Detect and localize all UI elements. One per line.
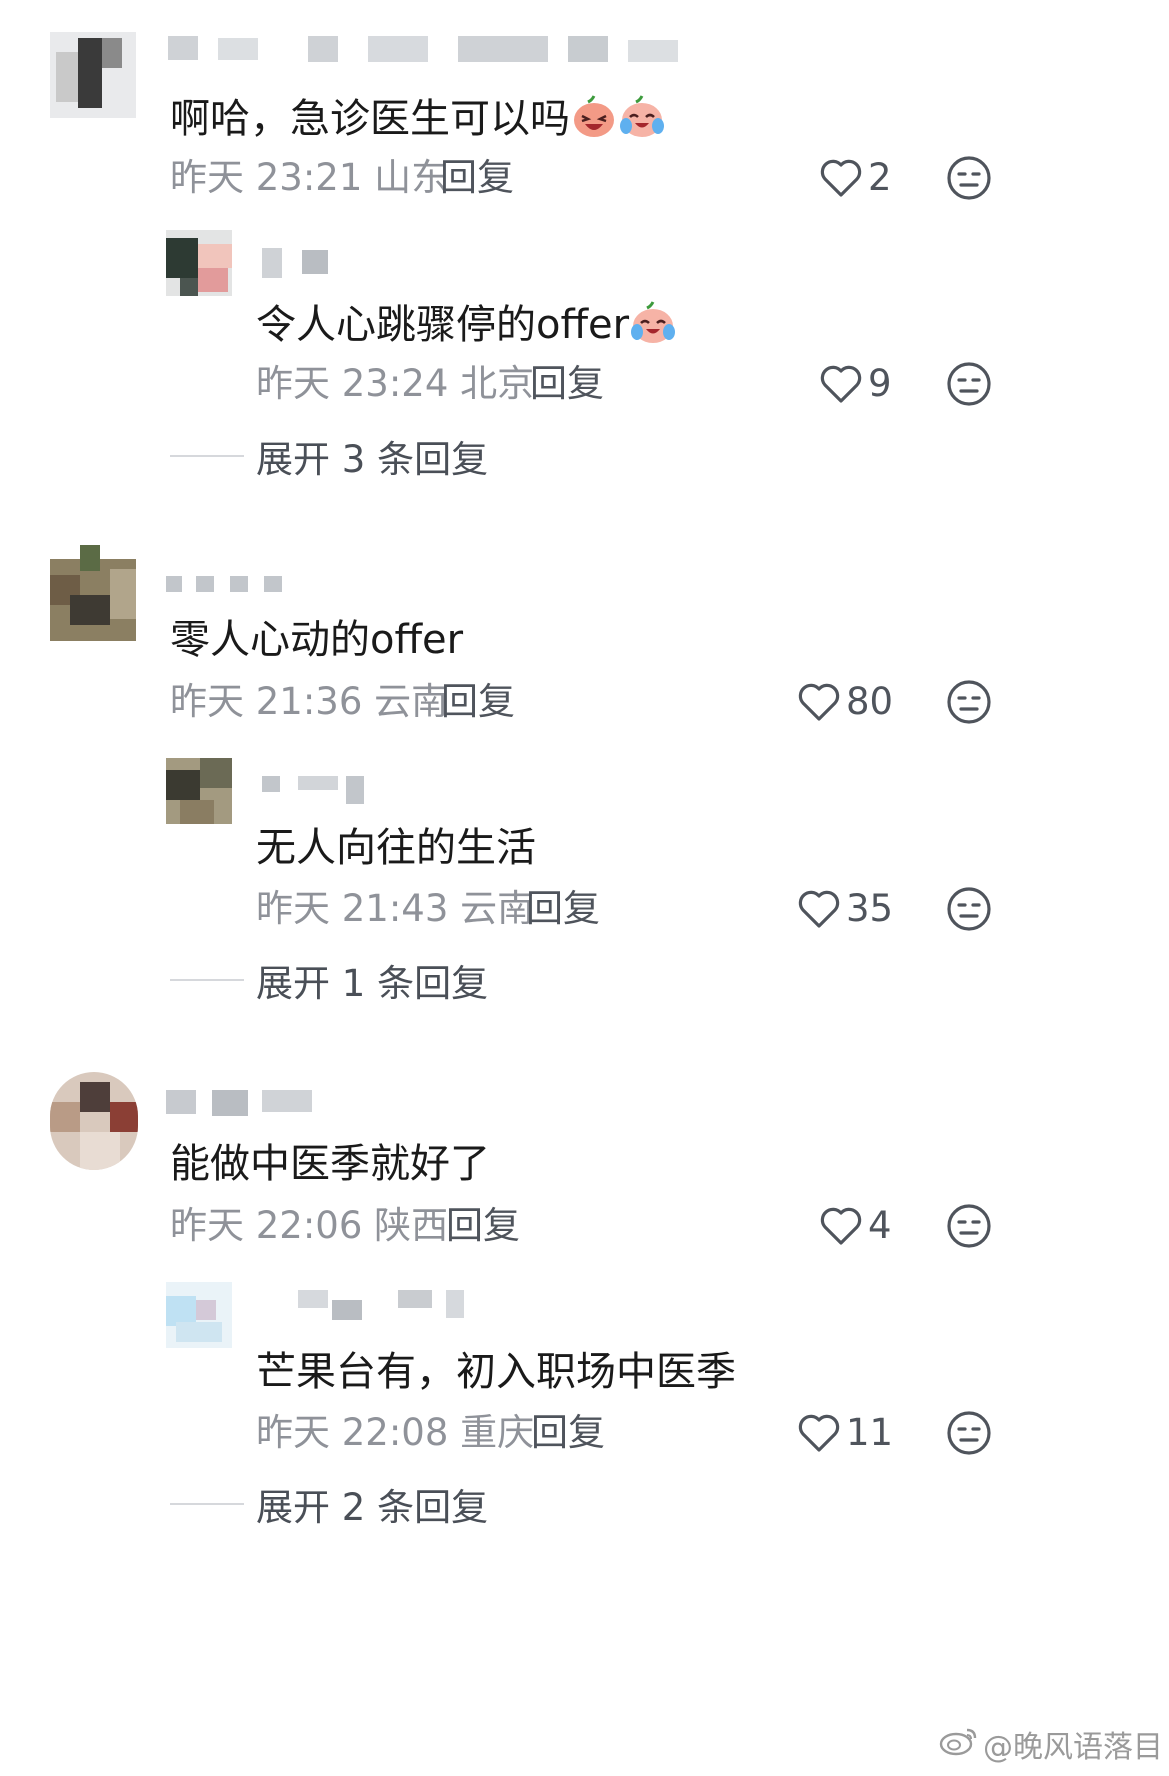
reply-meta: 昨天 23:24 北京 (256, 362, 535, 405)
neutral-face-icon (945, 680, 993, 730)
avatar[interactable] (166, 1282, 232, 1348)
avatar[interactable] (50, 1072, 138, 1170)
neutral-face-icon (945, 362, 993, 412)
weibo-logo-icon (939, 1724, 979, 1764)
like-count: 9 (868, 362, 892, 405)
crying-laugh-emoji (618, 92, 666, 151)
like-button[interactable]: 2 (820, 154, 892, 202)
heart-icon (820, 364, 862, 404)
divider (170, 455, 244, 457)
reply-meta: 昨天 21:43 云南 (256, 887, 535, 930)
like-count: 11 (846, 1411, 894, 1454)
dislike-button[interactable] (945, 885, 993, 933)
expand-replies-button[interactable]: 展开 3 条回复 (170, 434, 488, 481)
expand-replies-button[interactable]: 展开 2 条回复 (170, 1482, 488, 1529)
like-button[interactable]: 11 (798, 1409, 893, 1457)
heart-icon (798, 1413, 840, 1453)
like-button[interactable]: 35 (798, 885, 893, 933)
comment-meta: 昨天 21:36 云南 (170, 680, 449, 723)
comment-meta: 昨天 23:21 山东 (170, 156, 449, 199)
expand-replies-button[interactable]: 展开 1 条回复 (170, 958, 488, 1005)
like-button[interactable]: 80 (798, 678, 893, 726)
username[interactable] (166, 1090, 316, 1116)
username[interactable] (262, 248, 342, 278)
neutral-face-icon (945, 1204, 993, 1254)
heart-icon (798, 682, 840, 722)
neutral-face-icon (945, 156, 993, 206)
dislike-button[interactable] (945, 1409, 993, 1457)
heart-icon (798, 889, 840, 929)
reply-button[interactable]: 回复 (530, 362, 604, 406)
reply-button[interactable]: 回复 (440, 156, 514, 200)
like-button[interactable]: 4 (820, 1202, 892, 1250)
divider (170, 979, 244, 981)
reply-button[interactable]: 回复 (526, 887, 600, 931)
avatar[interactable] (50, 545, 136, 641)
dislike-button[interactable] (945, 154, 993, 202)
reply-button[interactable]: 回复 (446, 1204, 520, 1248)
comment-text: 零人心动的offer (170, 617, 464, 663)
reply-meta: 昨天 22:08 重庆 (256, 1411, 535, 1454)
username[interactable] (168, 36, 688, 62)
dislike-button[interactable] (945, 678, 993, 726)
dislike-button[interactable] (945, 360, 993, 408)
reply-text: 无人向往的生活 (256, 825, 536, 871)
reply-button[interactable]: 回复 (531, 1411, 605, 1455)
avatar[interactable] (166, 758, 232, 824)
avatar[interactable] (50, 32, 136, 118)
comment-text: 啊哈，急诊医生可以吗 (170, 92, 666, 151)
like-count: 4 (868, 1204, 892, 1247)
reply-text: 芒果台有，初入职场中医季 (256, 1349, 736, 1395)
dislike-button[interactable] (945, 1202, 993, 1250)
watermark: @晚风语落目 (939, 1722, 1163, 1766)
divider (170, 1503, 244, 1505)
avatar[interactable] (166, 230, 232, 296)
like-count: 35 (846, 887, 894, 930)
heart-icon (820, 1206, 862, 1246)
comment-meta: 昨天 22:06 陕西 (170, 1204, 449, 1247)
username[interactable] (262, 776, 372, 804)
username[interactable] (262, 1290, 472, 1320)
like-button[interactable]: 9 (820, 360, 892, 408)
username[interactable] (166, 576, 286, 602)
like-count: 80 (846, 680, 894, 723)
neutral-face-icon (945, 887, 993, 937)
reply-text: 令人心跳骤停的offer (256, 298, 677, 357)
neutral-face-icon (945, 1411, 993, 1461)
like-count: 2 (868, 156, 892, 199)
reply-button[interactable]: 回复 (441, 680, 515, 724)
laughing-tear-emoji (570, 92, 618, 151)
comment-text: 能做中医季就好了 (170, 1141, 490, 1187)
crying-laugh-emoji (629, 298, 677, 357)
heart-icon (820, 158, 862, 198)
